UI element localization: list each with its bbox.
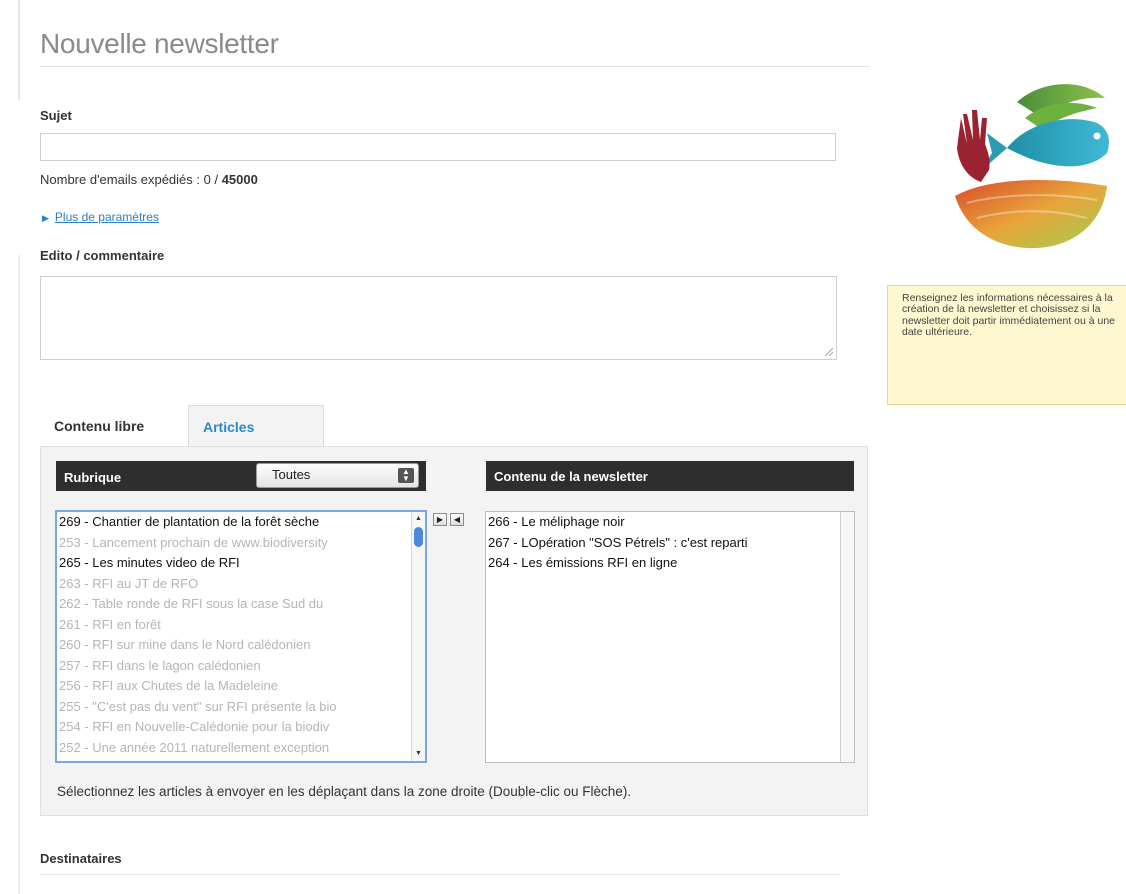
edito-textarea[interactable] bbox=[40, 276, 837, 360]
tab-articles[interactable]: Articles bbox=[188, 405, 324, 447]
list-item[interactable]: 262 - Table ronde de RFI sous la case Su… bbox=[57, 594, 411, 615]
arrow-right-icon[interactable]: ▶ bbox=[433, 513, 447, 526]
list-item[interactable]: 263 - RFI au JT de RFO bbox=[57, 574, 411, 595]
move-buttons: ▶ ◀ bbox=[433, 513, 467, 531]
tab-contenu-libre[interactable]: Contenu libre bbox=[40, 405, 187, 447]
contenu-label: Contenu de la newsletter bbox=[494, 469, 648, 484]
rubrique-label: Rubrique bbox=[64, 470, 122, 485]
title-divider bbox=[40, 66, 870, 67]
email-count: Nombre d'emails expédiés : 0 / 45000 bbox=[40, 172, 258, 187]
list-item[interactable]: 261 - RFI en forêt bbox=[57, 615, 411, 636]
list-item[interactable]: 265 - Les minutes video de RFI bbox=[57, 553, 411, 574]
list-item[interactable]: 266 - Le méliphage noir bbox=[486, 512, 854, 533]
subject-label: Sujet bbox=[40, 108, 72, 123]
list-item[interactable]: 257 - RFI dans le lagon calédonien bbox=[57, 656, 411, 677]
subject-input[interactable] bbox=[40, 133, 836, 161]
list-item[interactable]: 264 - Les émissions RFI en ligne bbox=[486, 553, 854, 574]
logo-icon bbox=[955, 84, 1109, 249]
select-arrows-icon: ▲ ▼ bbox=[398, 468, 414, 483]
list-item[interactable]: 254 - RFI en Nouvelle-Calédonie pour la … bbox=[57, 717, 411, 738]
list-item[interactable]: 269 - Chantier de plantation de la forêt… bbox=[57, 512, 411, 533]
recipients-label: Destinataires bbox=[40, 851, 122, 866]
rubrique-header: Rubrique Toutes ▲ ▼ bbox=[56, 461, 426, 491]
more-params-label: Plus de paramètres bbox=[54, 210, 159, 224]
email-count-max: 45000 bbox=[221, 172, 258, 187]
page-title: Nouvelle newsletter bbox=[40, 28, 279, 59]
list-scrollbar[interactable] bbox=[840, 512, 854, 762]
articles-panel: Rubrique Toutes ▲ ▼ Contenu de la newslet… bbox=[40, 446, 868, 816]
selected-articles-list[interactable]: 266 - Le méliphage noir 267 - LOpération… bbox=[485, 511, 855, 763]
scroll-up-icon[interactable]: ▲ bbox=[413, 513, 424, 525]
triangle-right-icon: ▶ bbox=[42, 213, 49, 223]
left-border-lower bbox=[18, 255, 20, 894]
left-border bbox=[18, 0, 20, 100]
list-scrollbar[interactable]: ▲ ▼ bbox=[411, 512, 425, 761]
info-note: Renseignez les informations nécessaires … bbox=[887, 285, 1126, 405]
email-count-prefix: Nombre d'emails expédiés : 0 / bbox=[40, 172, 222, 187]
list-item[interactable]: 267 - LOpération "SOS Pétrels" : c'est r… bbox=[486, 533, 854, 554]
contenu-header: Contenu de la newsletter bbox=[486, 461, 854, 491]
list-item[interactable]: 256 - RFI aux Chutes de la Madeleine bbox=[57, 676, 411, 697]
help-text: Sélectionnez les articles à envoyer en l… bbox=[57, 784, 632, 799]
rubrique-selected-value: Toutes bbox=[272, 467, 311, 482]
recipients-divider bbox=[40, 874, 840, 875]
list-item[interactable]: 255 - "C'est pas du vent" sur RFI présen… bbox=[57, 697, 411, 718]
list-item[interactable]: 253 - Lancement prochain de www.biodiver… bbox=[57, 533, 411, 554]
available-articles-list[interactable]: 269 - Chantier de plantation de la forêt… bbox=[55, 510, 427, 763]
list-item[interactable]: 260 - RFI sur mine dans le Nord calédoni… bbox=[57, 635, 411, 656]
list-item[interactable]: 252 - Une année 2011 naturellement excep… bbox=[57, 738, 411, 759]
scroll-thumb[interactable] bbox=[414, 527, 423, 547]
arrow-left-icon[interactable]: ◀ bbox=[450, 513, 464, 526]
edito-label: Edito / commentaire bbox=[40, 248, 165, 263]
scroll-down-icon[interactable]: ▼ bbox=[413, 748, 424, 760]
rubrique-select[interactable]: Toutes ▲ ▼ bbox=[256, 463, 419, 488]
resize-grip-icon[interactable] bbox=[825, 348, 833, 356]
more-params-link[interactable]: ▶ Plus de paramètres bbox=[42, 210, 159, 224]
